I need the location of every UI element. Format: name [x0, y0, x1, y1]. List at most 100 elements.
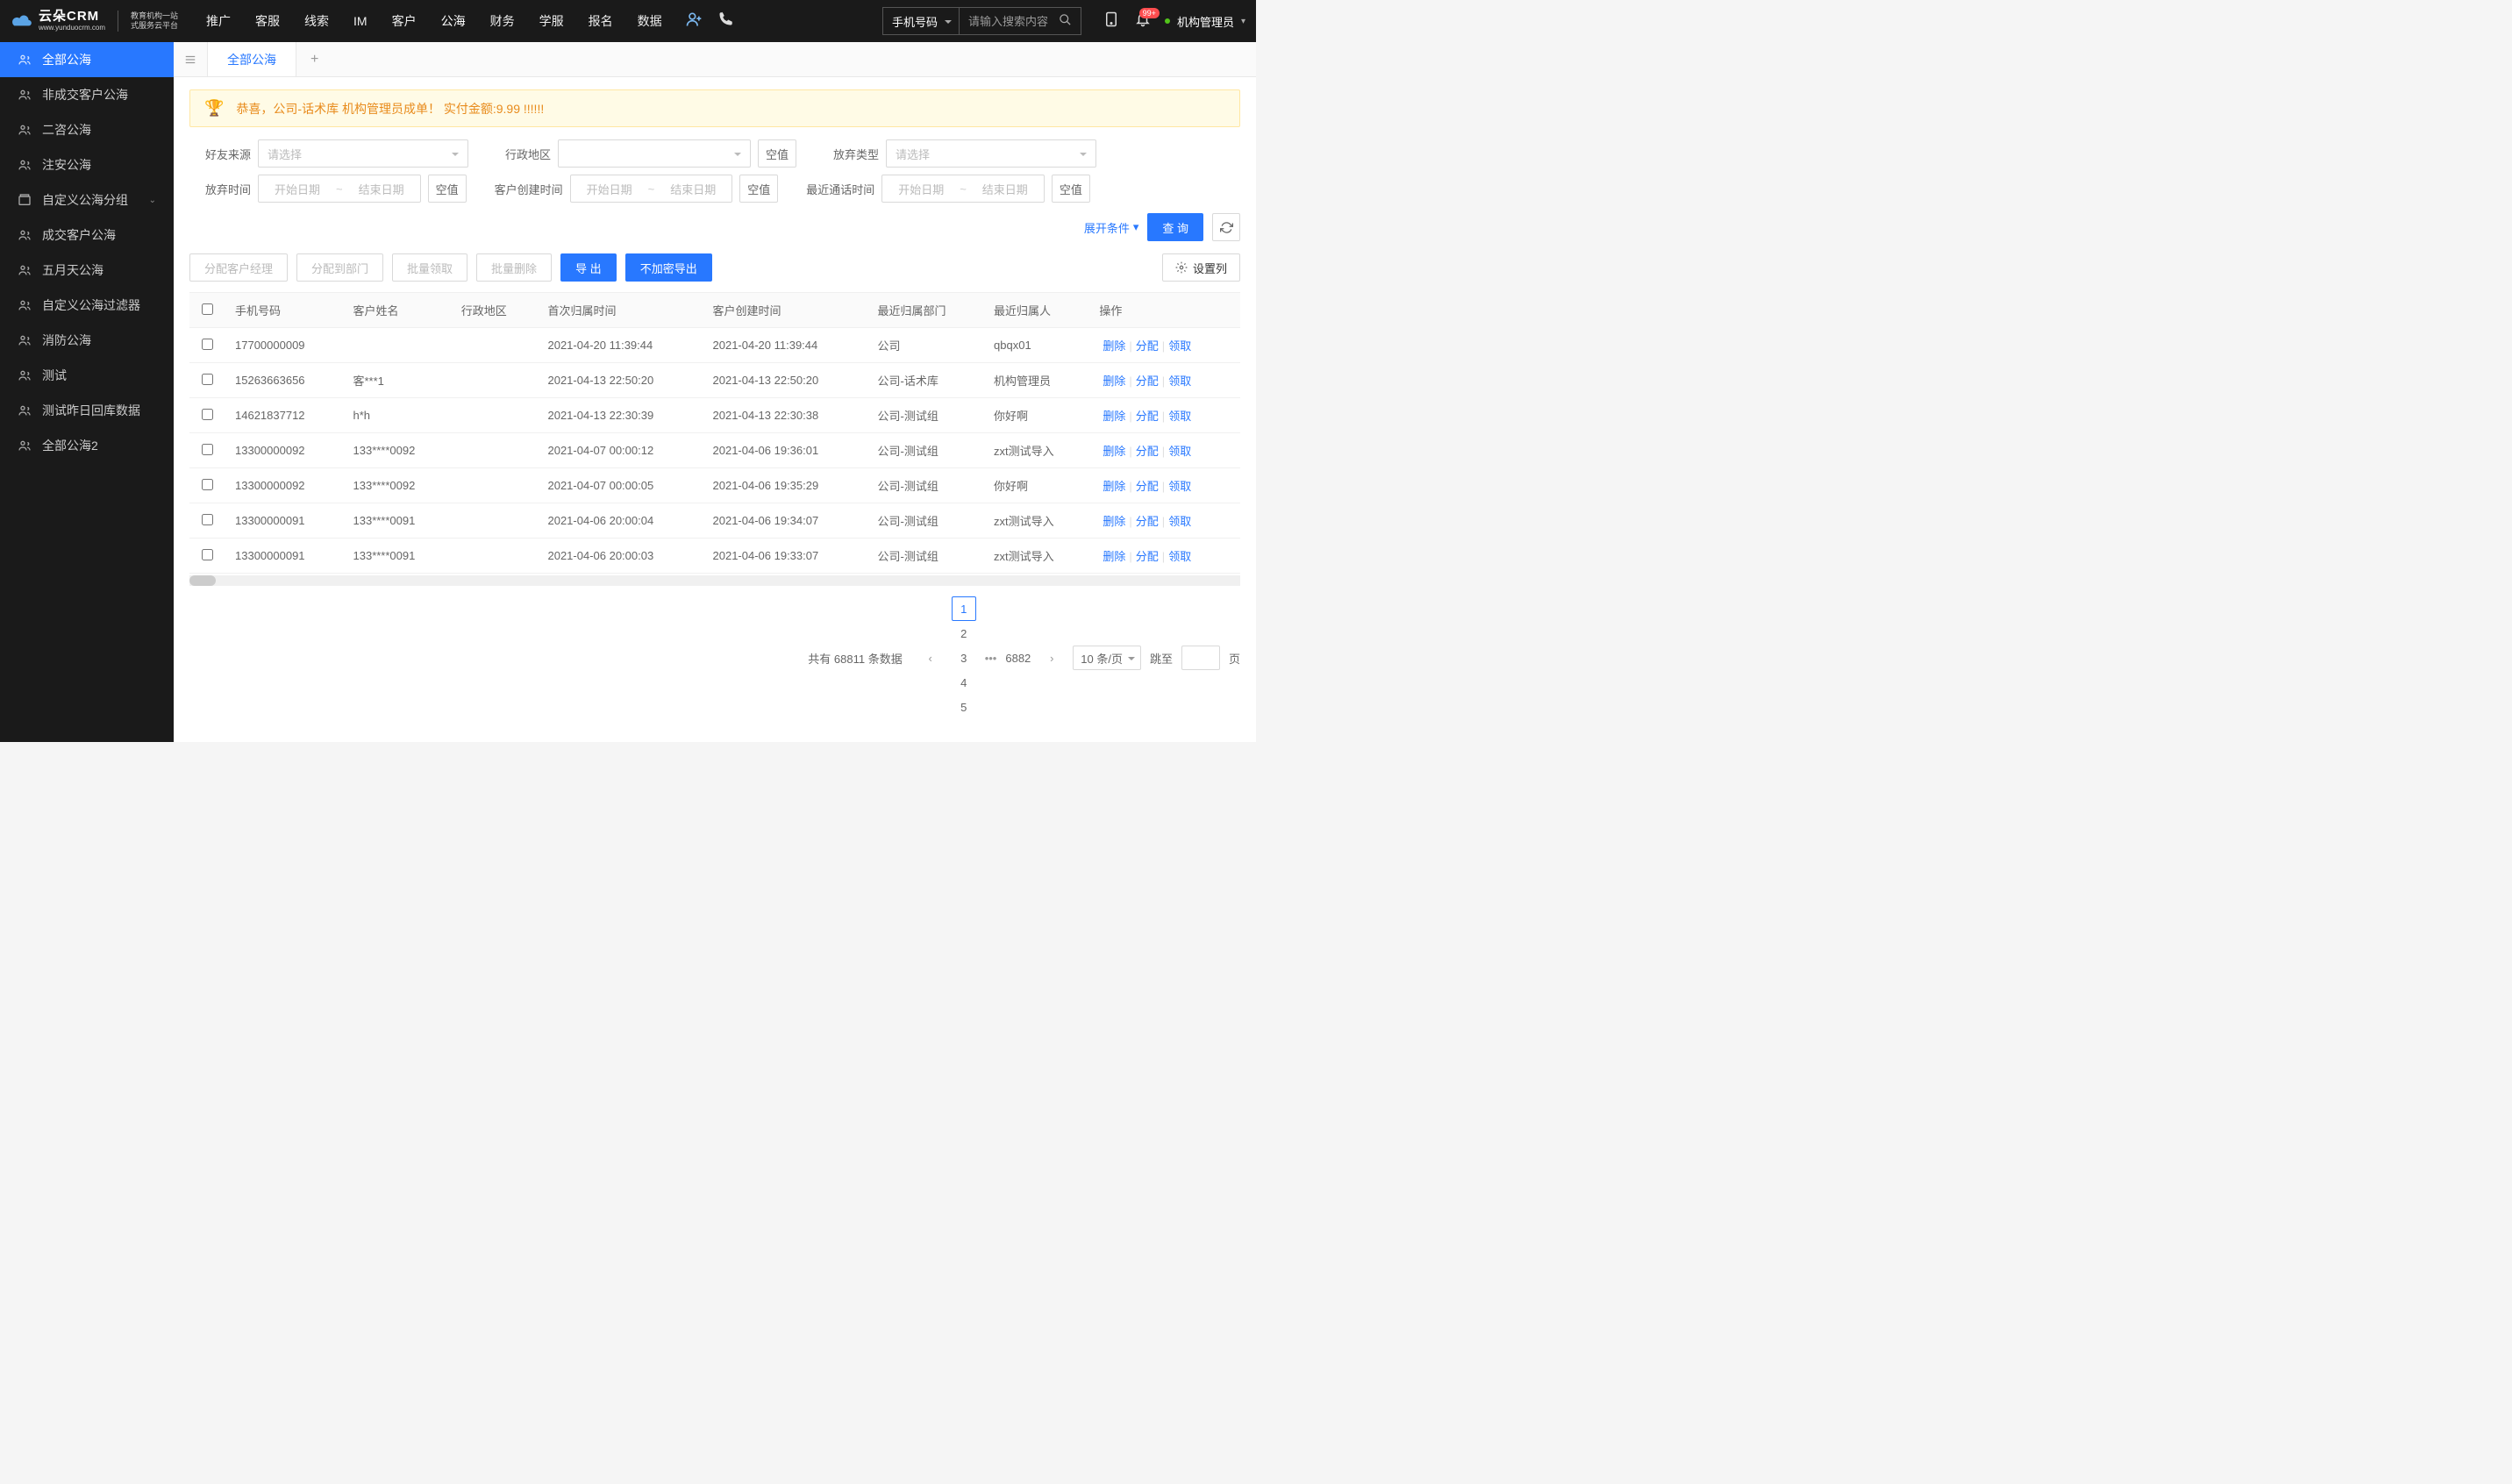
nav-item[interactable]: 线索 [292, 0, 341, 42]
tab-active[interactable]: 全部公海 [208, 42, 296, 76]
row-delete[interactable]: 删除 [1099, 550, 1129, 563]
cell-region [451, 433, 538, 468]
row-checkbox[interactable] [202, 549, 213, 560]
nav-item[interactable]: 推广 [194, 0, 243, 42]
row-delete[interactable]: 删除 [1099, 375, 1129, 388]
sidebar-item[interactable]: 非成交客户公海 [0, 77, 174, 112]
row-delete[interactable]: 删除 [1099, 480, 1129, 493]
assign-dept-button[interactable]: 分配到部门 [296, 253, 383, 282]
page-number[interactable]: 1 [952, 596, 976, 621]
row-checkbox[interactable] [202, 479, 213, 490]
add-user-icon[interactable] [685, 11, 703, 32]
row-claim[interactable]: 领取 [1165, 410, 1195, 423]
banner-text: 恭喜，公司-话术库 机构管理员成单！ 实付金额:9.99 !!!!!! [236, 100, 544, 118]
select-all-checkbox[interactable] [202, 303, 213, 315]
search-type-select[interactable]: 手机号码 [882, 7, 959, 35]
folder-icon [18, 193, 32, 207]
row-assign[interactable]: 分配 [1132, 339, 1162, 353]
filter-last-call-null[interactable]: 空值 [1052, 175, 1090, 203]
filter-region-select[interactable] [558, 139, 751, 168]
horizontal-scrollbar[interactable] [189, 575, 1240, 586]
row-assign[interactable]: 分配 [1132, 550, 1162, 563]
sidebar-item[interactable]: 成交客户公海 [0, 218, 174, 253]
sidebar-item[interactable]: 二咨公海 [0, 112, 174, 147]
page-next[interactable]: › [1039, 646, 1064, 670]
page-size-select[interactable]: 10 条/页 [1073, 646, 1141, 670]
columns-settings-button[interactable]: 设置列 [1162, 253, 1240, 282]
filter-create-time-null[interactable]: 空值 [739, 175, 778, 203]
nav-item[interactable]: 客服 [243, 0, 292, 42]
search-button[interactable]: 查 询 [1147, 213, 1203, 241]
row-delete[interactable]: 删除 [1099, 515, 1129, 528]
export-button[interactable]: 导 出 [560, 253, 617, 282]
page-jump-input[interactable] [1181, 646, 1220, 670]
row-assign[interactable]: 分配 [1132, 375, 1162, 388]
sidebar-item[interactable]: 测试 [0, 358, 174, 393]
row-assign[interactable]: 分配 [1132, 410, 1162, 423]
sidebar-item[interactable]: 五月天公海 [0, 253, 174, 288]
batch-delete-button[interactable]: 批量删除 [476, 253, 552, 282]
page-number[interactable]: 5 [952, 695, 976, 719]
nav-item[interactable]: IM [341, 0, 380, 42]
column-header: 最近归属部门 [867, 293, 984, 328]
nav-item[interactable]: 报名 [576, 0, 625, 42]
row-claim[interactable]: 领取 [1165, 550, 1195, 563]
logo[interactable]: 云朵CRM www.yunduocrm.com 教育机构一站 式服务云平台 [11, 10, 178, 32]
filter-source-select[interactable]: 请选择 [258, 139, 468, 168]
search-icon[interactable] [1059, 13, 1072, 29]
sidebar-item[interactable]: 全部公海 [0, 42, 174, 77]
row-checkbox[interactable] [202, 339, 213, 350]
user-menu[interactable]: 机构管理员 ▾ [1165, 13, 1245, 30]
batch-claim-button[interactable]: 批量领取 [392, 253, 467, 282]
sidebar-item[interactable]: 全部公海2 [0, 428, 174, 463]
row-assign[interactable]: 分配 [1132, 515, 1162, 528]
row-checkbox[interactable] [202, 444, 213, 455]
nav-item[interactable]: 学服 [527, 0, 576, 42]
assign-manager-button[interactable]: 分配客户经理 [189, 253, 288, 282]
phone-icon[interactable] [718, 11, 734, 32]
sidebar-item[interactable]: 消防公海 [0, 323, 174, 358]
page-number[interactable]: 3 [952, 646, 976, 670]
nav-item[interactable]: 财务 [478, 0, 527, 42]
filter-abandon-time-null[interactable]: 空值 [428, 175, 467, 203]
row-claim[interactable]: 领取 [1165, 515, 1195, 528]
sidebar-item[interactable]: 注安公海 [0, 147, 174, 182]
filter-region-null[interactable]: 空值 [758, 139, 796, 168]
column-header: 客户创建时间 [703, 293, 867, 328]
sidebar-item[interactable]: 自定义公海分组⌄ [0, 182, 174, 218]
row-checkbox[interactable] [202, 374, 213, 385]
tablet-icon[interactable] [1103, 11, 1119, 32]
page-last[interactable]: 6882 [1005, 646, 1031, 670]
row-claim[interactable]: 领取 [1165, 480, 1195, 493]
filter-create-time-range[interactable]: 开始日期~结束日期 [570, 175, 733, 203]
page-prev[interactable]: ‹ [918, 646, 943, 670]
row-delete[interactable]: 删除 [1099, 410, 1129, 423]
row-claim[interactable]: 领取 [1165, 445, 1195, 458]
nav-item[interactable]: 客户 [380, 0, 429, 42]
sidebar-item[interactable]: 自定义公海过滤器 [0, 288, 174, 323]
page-number[interactable]: 4 [952, 670, 976, 695]
export-plain-button[interactable]: 不加密导出 [625, 253, 712, 282]
row-delete[interactable]: 删除 [1099, 445, 1129, 458]
filter-abandon-type-select[interactable]: 请选择 [886, 139, 1096, 168]
page-number[interactable]: 2 [952, 621, 976, 646]
row-checkbox[interactable] [202, 409, 213, 420]
expand-filters-link[interactable]: 展开条件 ▾ [1084, 219, 1139, 236]
notification-icon[interactable]: 99+ [1135, 11, 1151, 32]
row-assign[interactable]: 分配 [1132, 445, 1162, 458]
row-claim[interactable]: 领取 [1165, 375, 1195, 388]
nav-item[interactable]: 数据 [625, 0, 674, 42]
nav-item[interactable]: 公海 [429, 0, 478, 42]
row-delete[interactable]: 删除 [1099, 339, 1129, 353]
row-claim[interactable]: 领取 [1165, 339, 1195, 353]
row-assign[interactable]: 分配 [1132, 480, 1162, 493]
column-header: 最近归属人 [983, 293, 1088, 328]
tab-add-button[interactable]: + [296, 52, 332, 68]
filter-abandon-time-range[interactable]: 开始日期~结束日期 [258, 175, 421, 203]
cell-first: 2021-04-13 22:30:39 [537, 398, 702, 433]
sidebar-item[interactable]: 测试昨日回库数据 [0, 393, 174, 428]
filter-last-call-range[interactable]: 开始日期~结束日期 [881, 175, 1045, 203]
refresh-button[interactable] [1212, 213, 1240, 241]
tabs-collapse-icon[interactable] [174, 42, 208, 76]
row-checkbox[interactable] [202, 514, 213, 525]
